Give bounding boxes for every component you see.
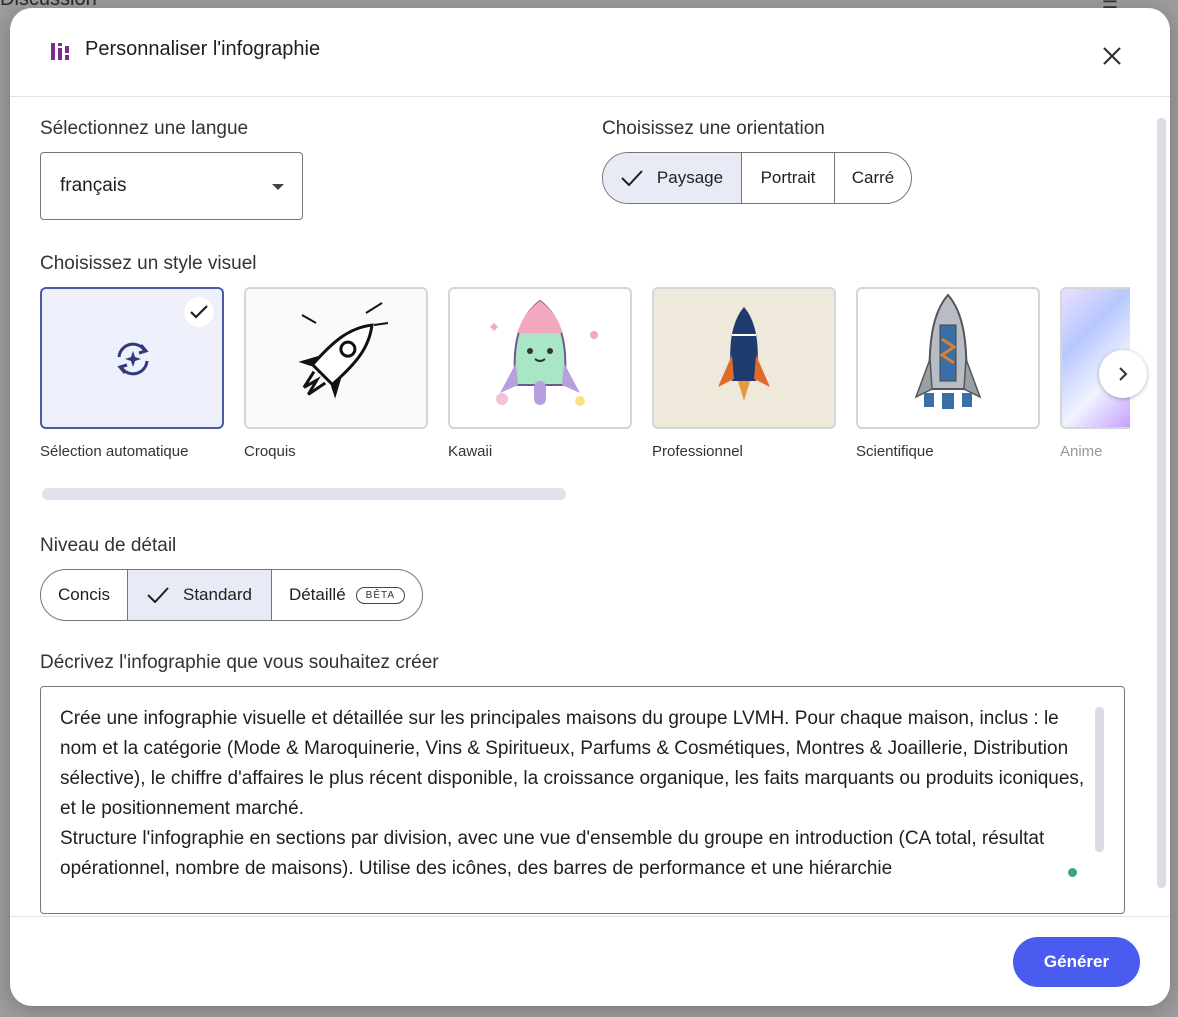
check-icon bbox=[621, 170, 643, 186]
detail-option-label: Standard bbox=[183, 585, 252, 604]
style-carousel-scrollbar[interactable] bbox=[42, 488, 566, 500]
style-card-professionnel[interactable] bbox=[652, 287, 836, 429]
style-card-scientifique[interactable] bbox=[856, 287, 1040, 429]
auto-select-icon bbox=[117, 342, 149, 376]
language-label: Sélectionnez une langue bbox=[40, 118, 249, 139]
infographic-icon bbox=[51, 43, 71, 60]
scientific-rocket-image bbox=[914, 293, 982, 409]
style-label-kawaii: Kawaii bbox=[448, 443, 493, 460]
style-label-croquis: Croquis bbox=[244, 443, 296, 460]
generate-button[interactable]: Générer bbox=[1013, 937, 1140, 987]
detail-option-concis[interactable]: Concis bbox=[41, 570, 128, 620]
chevron-right-icon bbox=[1119, 367, 1128, 381]
description-textarea[interactable]: Crée une infographie visuelle et détaill… bbox=[40, 686, 1125, 914]
orientation-option-paysage[interactable]: Paysage bbox=[603, 153, 742, 203]
check-icon bbox=[147, 587, 169, 603]
orientation-label: Choisissez une orientation bbox=[602, 118, 825, 139]
style-card-auto[interactable] bbox=[40, 287, 224, 429]
close-button[interactable] bbox=[1090, 34, 1134, 78]
orientation-option-carre[interactable]: Carré bbox=[835, 153, 911, 203]
detail-level-label: Niveau de détail bbox=[40, 535, 177, 556]
status-dot bbox=[1068, 868, 1077, 877]
selected-check-badge bbox=[184, 297, 214, 327]
carousel-next-button[interactable] bbox=[1099, 350, 1147, 398]
description-label: Décrivez l'infographie que vous souhaite… bbox=[40, 652, 439, 673]
dialog-title: Personnaliser l'infographie bbox=[85, 38, 321, 60]
description-text: Crée une infographie visuelle et détaill… bbox=[60, 708, 1085, 879]
detail-option-standard[interactable]: Standard bbox=[128, 570, 272, 620]
detail-option-detaille[interactable]: Détaillé BÊTA bbox=[272, 570, 422, 620]
language-select[interactable]: français bbox=[40, 152, 303, 220]
style-card-kawaii[interactable] bbox=[448, 287, 632, 429]
orientation-option-label: Carré bbox=[851, 168, 895, 187]
close-icon bbox=[1103, 47, 1121, 65]
orientation-option-label: Paysage bbox=[656, 168, 724, 187]
orientation-option-portrait[interactable]: Portrait bbox=[742, 153, 835, 203]
visual-style-label: Choisissez un style visuel bbox=[40, 253, 257, 274]
dialog-header: Personnaliser l'infographie bbox=[10, 8, 1170, 97]
style-label-professionnel: Professionnel bbox=[652, 443, 743, 460]
style-label-auto: Sélection automatique bbox=[40, 443, 189, 460]
dialog-scrollbar[interactable] bbox=[1157, 118, 1166, 888]
sketch-rocket-image bbox=[298, 302, 389, 399]
customize-infographic-dialog: Personnaliser l'infographie Sélectionnez… bbox=[10, 8, 1170, 1006]
style-label-anime: Anime bbox=[1060, 443, 1103, 460]
orientation-option-label: Portrait bbox=[760, 168, 816, 187]
detail-level-segmented: Concis Standard Détaillé BÊTA bbox=[40, 569, 423, 621]
dropdown-arrow-icon bbox=[272, 184, 284, 190]
check-icon bbox=[190, 305, 208, 319]
detail-option-label: Concis bbox=[58, 585, 110, 604]
footer-divider bbox=[10, 916, 1170, 917]
language-value: français bbox=[60, 175, 127, 196]
textarea-scrollbar[interactable] bbox=[1095, 707, 1104, 852]
style-card-croquis[interactable] bbox=[244, 287, 428, 429]
detail-option-label: Détaillé bbox=[288, 585, 346, 604]
beta-badge: BÊTA bbox=[355, 586, 406, 604]
orientation-segmented: Paysage Portrait Carré bbox=[602, 152, 912, 204]
style-label-scientifique: Scientifique bbox=[856, 443, 934, 460]
kawaii-rocket-image bbox=[490, 299, 598, 406]
professional-rocket-image bbox=[718, 307, 770, 401]
